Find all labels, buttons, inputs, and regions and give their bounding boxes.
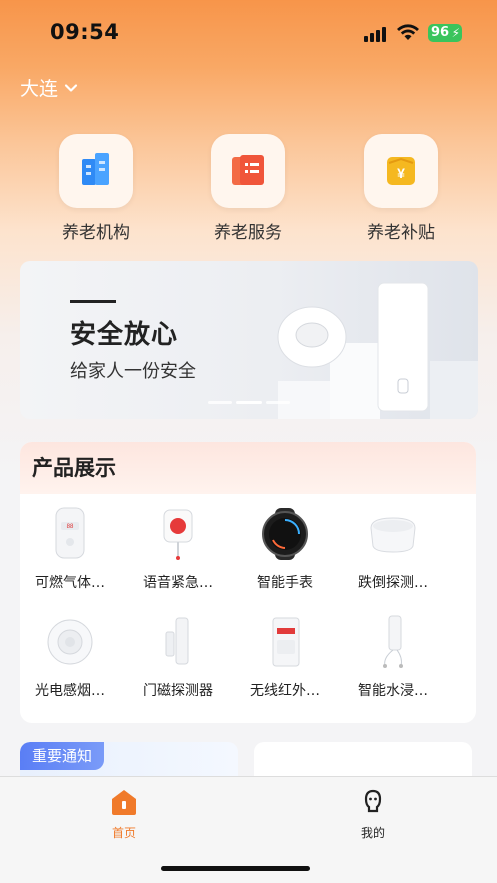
quick-action-tile	[211, 134, 285, 208]
wifi-icon	[397, 24, 419, 40]
product-item-water-sensor[interactable]: 智能水浸…	[338, 612, 448, 700]
product-name: 智能手表	[257, 575, 313, 591]
service-list-icon	[232, 155, 264, 185]
battery-indicator: 96 ⚡	[428, 24, 462, 42]
product-item-infrared-sensor[interactable]: 无线红外…	[230, 612, 340, 700]
charging-bolt-icon: ⚡	[451, 26, 460, 40]
tab-home[interactable]: 首页	[84, 787, 164, 841]
svg-text:88: 88	[67, 524, 74, 530]
tab-home-label: 首页	[111, 826, 136, 840]
quick-action-label: 养老机构	[62, 223, 130, 243]
building-icon	[82, 153, 109, 185]
product-name: 光电感烟…	[35, 683, 105, 699]
quick-action-label: 养老服务	[214, 223, 282, 243]
smart-watch-icon	[255, 504, 315, 564]
banner-accent-line	[70, 300, 116, 303]
quick-action-elderly-institution[interactable]: 养老机构	[46, 134, 146, 243]
pagination-dot-active	[236, 401, 262, 404]
product-name: 门磁探测器	[143, 683, 213, 699]
quick-action-tile	[59, 134, 133, 208]
status-time: 09:54	[50, 20, 120, 44]
tab-mine-label: 我的	[360, 826, 385, 840]
banner-subtitle: 给家人一份安全	[70, 361, 196, 382]
product-item-smoke-detector[interactable]: 光电感烟…	[20, 612, 125, 700]
notice-tag: 重要通知	[20, 742, 105, 770]
status-bar: 09:54 96 ⚡	[0, 0, 497, 62]
city-selector[interactable]: 大连	[20, 74, 78, 101]
battery-level: 96	[431, 25, 450, 40]
user-profile-icon	[364, 789, 382, 813]
gas-detector-icon: 88	[40, 504, 100, 564]
water-sensor-icon	[363, 612, 423, 672]
home-icon	[112, 790, 136, 815]
quick-action-tile: ¥	[364, 134, 438, 208]
banner-pagination	[208, 401, 290, 404]
quick-action-elderly-subsidy[interactable]: ¥ 养老补贴	[351, 134, 451, 243]
quick-action-label: 养老补贴	[367, 223, 435, 243]
emergency-button-icon	[148, 504, 208, 564]
subsidy-yuan-icon: ¥	[387, 157, 415, 185]
product-name: 智能水浸…	[358, 683, 428, 699]
product-name: 语音紧急…	[143, 575, 213, 591]
city-label: 大连	[20, 78, 59, 100]
product-item-gas-detector[interactable]: 88 可燃气体…	[20, 504, 125, 592]
banner-title: 安全放心	[70, 320, 179, 350]
product-section-title: 产品展示	[20, 442, 476, 494]
chevron-down-icon	[64, 83, 78, 92]
door-sensor-icon	[148, 612, 208, 672]
svg-text:¥: ¥	[397, 165, 405, 181]
product-item-emergency-button[interactable]: 语音紧急…	[123, 504, 233, 592]
pagination-dot	[208, 401, 232, 404]
product-showcase-card: 产品展示 88 可燃气体… 语音紧急… 智能手表 跌倒探测… 光电感烟… 门磁探	[20, 442, 476, 723]
home-indicator	[161, 866, 310, 871]
product-item-door-sensor[interactable]: 门磁探测器	[123, 612, 233, 700]
smoke-detector-icon	[40, 612, 100, 672]
fall-detector-icon	[363, 504, 423, 564]
quick-action-elderly-service[interactable]: 养老服务	[198, 134, 298, 243]
product-item-smart-watch[interactable]: 智能手表	[230, 504, 340, 592]
cellular-signal-icon	[364, 26, 388, 42]
infrared-sensor-icon	[255, 612, 315, 672]
product-name: 无线红外…	[250, 683, 320, 699]
smart-devices-illustration	[277, 282, 478, 419]
product-item-fall-detector[interactable]: 跌倒探测…	[338, 504, 448, 592]
product-name: 跌倒探测…	[358, 575, 428, 591]
pagination-dot	[266, 401, 290, 404]
promo-banner[interactable]: 安全放心 给家人一份安全	[20, 261, 478, 419]
product-name: 可燃气体…	[35, 575, 105, 591]
tab-mine[interactable]: 我的	[333, 787, 413, 841]
